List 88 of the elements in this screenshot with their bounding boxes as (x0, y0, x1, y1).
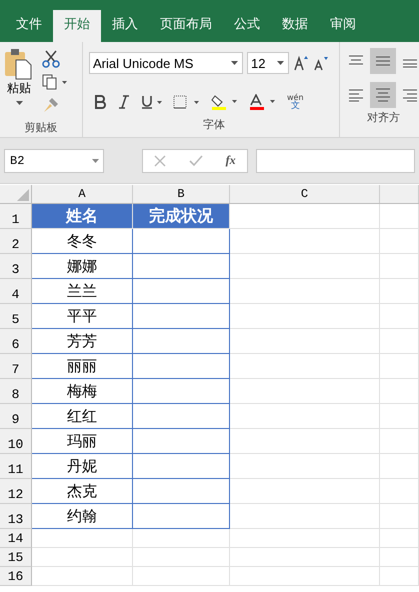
table-cell[interactable]: 兰兰 (32, 279, 133, 304)
table-cell[interactable]: 红红 (32, 404, 133, 429)
clipboard-icon (4, 48, 34, 80)
row-header[interactable]: 16 (0, 567, 32, 586)
header-cell[interactable]: 完成状况 (133, 204, 230, 229)
caret-icon (231, 61, 238, 65)
select-all-icon[interactable] (17, 189, 29, 201)
align-middle-icon[interactable] (370, 48, 396, 74)
empty-cell[interactable] (133, 454, 230, 479)
row-header[interactable]: 13 (0, 504, 32, 529)
column-header[interactable]: C (230, 185, 380, 203)
empty-cell[interactable] (133, 429, 230, 454)
row-header[interactable]: 4 (0, 279, 32, 304)
empty-cell[interactable] (133, 254, 230, 279)
ribbon-tab[interactable]: 开始 (53, 10, 101, 42)
align-right-icon[interactable] (402, 88, 418, 102)
cancel-icon[interactable] (154, 154, 166, 166)
copy-icon[interactable] (42, 74, 68, 90)
column-header[interactable]: A (32, 185, 133, 203)
empty-cell[interactable] (133, 279, 230, 304)
empty-cell[interactable] (133, 229, 230, 254)
ribbon-tab[interactable]: 审阅 (319, 10, 367, 42)
table-cell[interactable]: 娜娜 (32, 254, 133, 279)
align-center-icon[interactable] (370, 82, 396, 108)
caret-icon (277, 61, 284, 65)
table-cell[interactable]: 芳芳 (32, 329, 133, 354)
font-color-icon[interactable] (249, 94, 277, 110)
caret-icon (92, 158, 99, 162)
name-box[interactable]: B2 (4, 148, 104, 172)
font-name-value: Arial Unicode MS (93, 56, 194, 70)
table-cell[interactable]: 丽丽 (32, 354, 133, 379)
font-size-value: 12 (251, 56, 266, 70)
ribbon-tab[interactable]: 公式 (223, 10, 271, 42)
ribbon-tab[interactable]: 文件 (5, 10, 53, 42)
group-label: 剪贴板 (24, 120, 58, 136)
cell-reference: B2 (10, 154, 24, 168)
check-icon[interactable] (188, 154, 203, 166)
empty-cell[interactable] (133, 479, 230, 504)
font-name-dropdown[interactable]: Arial Unicode MS (89, 52, 243, 74)
borders-icon[interactable] (173, 94, 201, 108)
increase-font-icon[interactable] (293, 55, 309, 71)
row-header[interactable]: 7 (0, 354, 32, 379)
row-header[interactable]: 2 (0, 229, 32, 254)
font-size-dropdown[interactable]: 12 (247, 52, 289, 74)
underline-icon[interactable] (141, 94, 163, 108)
empty-cell[interactable] (133, 304, 230, 329)
phonetic-button[interactable]: wén 文 (287, 92, 304, 110)
table-cell[interactable]: 冬冬 (32, 229, 133, 254)
ribbon-tab[interactable]: 插入 (101, 10, 149, 42)
empty-cell[interactable] (133, 504, 230, 529)
group-label: 字体 (202, 117, 226, 133)
empty-cell[interactable] (133, 329, 230, 354)
ribbon-tab[interactable]: 页面布局 (149, 10, 223, 42)
table-cell[interactable]: 梅梅 (32, 379, 133, 404)
table-cell[interactable]: 杰克 (32, 479, 133, 504)
group-label: 对齐方 (366, 110, 401, 126)
table-cell[interactable]: 约翰 (32, 504, 133, 529)
caret-icon (16, 101, 22, 105)
insert-function-button[interactable]: fx (226, 153, 236, 168)
row-header[interactable]: 9 (0, 404, 32, 429)
bold-icon[interactable] (93, 94, 107, 108)
formula-input[interactable] (256, 148, 415, 172)
row-header[interactable]: 14 (0, 529, 32, 548)
row-header[interactable]: 10 (0, 429, 32, 454)
paste-button[interactable]: 粘贴 (4, 48, 34, 114)
row-header[interactable]: 8 (0, 379, 32, 404)
fill-color-icon[interactable] (211, 94, 239, 110)
ribbon-tab[interactable]: 数据 (271, 10, 319, 42)
scissors-icon[interactable] (42, 50, 60, 68)
row-header[interactable]: 12 (0, 479, 32, 504)
row-header[interactable]: 15 (0, 548, 32, 567)
decrease-font-icon[interactable] (313, 55, 329, 71)
row-header[interactable]: 5 (0, 304, 32, 329)
column-header[interactable]: B (133, 185, 230, 203)
italic-icon[interactable] (117, 94, 131, 108)
row-header[interactable]: 11 (0, 454, 32, 479)
empty-cell[interactable] (133, 354, 230, 379)
empty-cell[interactable] (133, 404, 230, 429)
table-cell[interactable]: 平平 (32, 304, 133, 329)
table-cell[interactable]: 玛丽 (32, 429, 133, 454)
header-cell[interactable]: 姓名 (32, 204, 133, 229)
format-painter-icon[interactable] (42, 96, 60, 114)
table-cell[interactable]: 丹妮 (32, 454, 133, 479)
row-header[interactable]: 6 (0, 329, 32, 354)
row-header[interactable]: 1 (0, 204, 32, 229)
empty-cell[interactable] (133, 379, 230, 404)
row-header[interactable]: 3 (0, 254, 32, 279)
align-left-icon[interactable] (348, 88, 364, 102)
